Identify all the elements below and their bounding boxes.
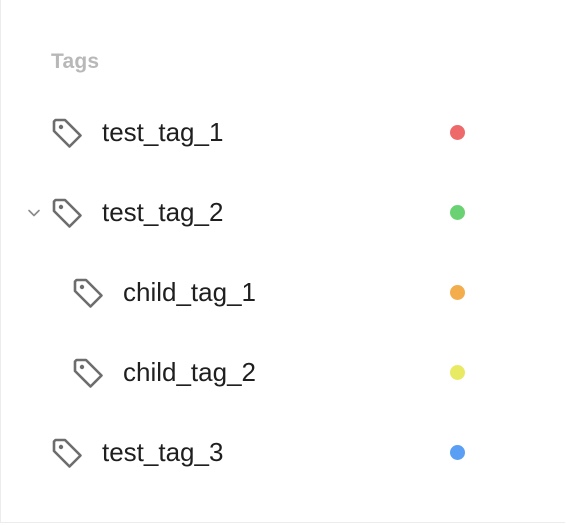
tag-color-dot <box>450 445 465 460</box>
tag-label: test_tag_2 <box>102 197 224 227</box>
tag-item-test-tag-1[interactable]: test_tag_1 <box>1 102 566 162</box>
tag-item-child-tag-2[interactable]: child_tag_2 <box>1 342 566 402</box>
tag-icon <box>71 276 105 310</box>
tag-item-child-tag-1[interactable]: child_tag_1 <box>1 262 566 322</box>
tag-icon <box>50 436 84 470</box>
tag-item-test-tag-2[interactable]: test_tag_2 <box>1 182 566 242</box>
tags-panel: Tags test_tag_1 test_tag_2 child_tag_1 c… <box>0 0 565 523</box>
tag-label: test_tag_1 <box>102 117 224 147</box>
tag-label: child_tag_2 <box>123 357 256 387</box>
tag-color-dot <box>450 285 465 300</box>
tag-icon <box>71 356 105 390</box>
tag-label: child_tag_1 <box>123 277 256 307</box>
tag-color-dot <box>450 365 465 380</box>
tag-icon <box>50 196 84 230</box>
tag-color-dot <box>450 205 465 220</box>
section-title: Tags <box>51 50 100 73</box>
tag-color-dot <box>450 125 465 140</box>
tag-label: test_tag_3 <box>102 437 224 467</box>
tag-icon <box>50 116 84 150</box>
tag-item-test-tag-3[interactable]: test_tag_3 <box>1 422 566 482</box>
chevron-down-icon[interactable] <box>26 206 42 218</box>
